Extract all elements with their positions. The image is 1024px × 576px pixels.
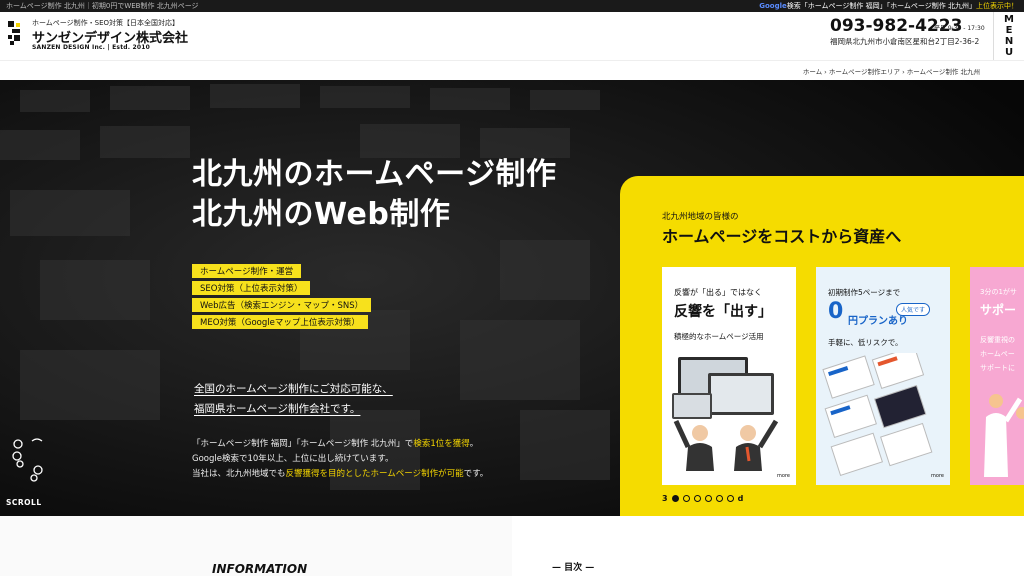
pager-dot[interactable] [704, 495, 712, 502]
feature-card-support[interactable]: 3分の1がサ サポー 反響重視の ホームペー サポートに [970, 267, 1024, 485]
popular-badge: 人気です [896, 303, 931, 316]
pager-dot[interactable] [715, 495, 723, 502]
pager-start-label: 3 [662, 494, 668, 503]
logo-icon[interactable] [8, 21, 26, 45]
website-mockups-illustration [822, 353, 933, 477]
breadcrumb-bar: ホーム › ホームページ制作エリア › ホームページ制作 北九州 [0, 60, 1024, 80]
breadcrumb[interactable]: ホーム › ホームページ制作エリア › ホームページ制作 北九州 [803, 66, 980, 76]
content-preview: INFORMATION — 目次 — [0, 516, 1024, 576]
hero-title: 北九州のホームページ制作 北九州のWeb制作 [192, 157, 557, 232]
information-section: INFORMATION [0, 516, 512, 576]
carousel-pager: 3 d [662, 494, 743, 503]
hero-lead: 全国のホームページ制作にご対応可能な、 福岡県ホームページ制作会社です。 [194, 383, 393, 415]
scroll-label: SCROLL [6, 498, 42, 507]
hero-section: 北九州のホームページ制作 北九州のWeb制作 ホームページ制作・運営 SEO対策… [0, 80, 1024, 516]
service-tag: ホームページ制作・運営 [192, 264, 302, 278]
scroll-indicator-icon [12, 438, 43, 482]
business-hours: 平日 9:30 - 17:30 [934, 25, 985, 32]
card-more-link[interactable]: more [931, 473, 944, 479]
service-tag: MEO対策（Googleマップ上位表示対策） [192, 315, 368, 329]
service-tag: Web広告（検索エンジン・マップ・SNS） [192, 298, 372, 312]
menu-button[interactable]: M E N U [993, 12, 1024, 60]
pager-dot[interactable] [671, 495, 679, 502]
pager-dot[interactable] [693, 495, 701, 502]
site-tagline: ホームページ制作 北九州｜初期0円でWEB制作 北九州ページ [6, 2, 199, 10]
feature-card-response[interactable]: 反響が「出る」ではなく 反響を「出す」 積極的なホームページ活用 more [662, 267, 796, 485]
information-title: INFORMATION [212, 562, 308, 576]
panel-kicker: 北九州地域の皆様の [662, 212, 739, 222]
pager-dot[interactable] [682, 495, 690, 502]
pager-dot[interactable] [726, 495, 734, 502]
people-illustration [984, 394, 1024, 477]
feature-panel: 北九州地域の皆様の ホームページをコストから資産へ 反響が「出る」ではなく 反響… [620, 176, 1024, 516]
top-strip: ホームページ制作 北九州｜初期0円でWEB制作 北九州ページ Google検索「… [0, 0, 1024, 12]
pager-end-label: d [737, 494, 744, 503]
company-name-en: SANZEN DESIGN Inc. | Estd. 2010 [32, 44, 151, 51]
panel-title: ホームページをコストから資産へ [662, 227, 902, 246]
toc-title: — 目次 — [552, 563, 595, 573]
devices-illustration [672, 357, 779, 471]
hero-description: 「ホームページ制作 福岡」「ホームページ制作 北九州」で検索1位を獲得。 Goo… [192, 439, 489, 479]
card-more-link[interactable]: more [777, 473, 790, 479]
service-tags: ホームページ制作・運営 SEO対策（上位表示対策） Web広告（検索エンジン・マ… [192, 264, 372, 332]
feature-card-zero-yen[interactable]: 初期制作5ページまで 0 円プランあり 人気です 手軽に、低リスクで。 more [816, 267, 950, 485]
company-address: 福岡県北九州市小倉南区星和台2丁目2-36-2 [830, 37, 980, 46]
service-tag: SEO対策（上位表示対策） [192, 281, 311, 295]
site-header: ホームページ制作・SEO対策【日本全国対応】 サンゼンデザイン株式会社 SANZ… [0, 12, 1024, 60]
ranking-notice: Google検索「ホームページ制作 福岡」「ホームページ制作 北九州」上位表示中… [759, 2, 1018, 10]
